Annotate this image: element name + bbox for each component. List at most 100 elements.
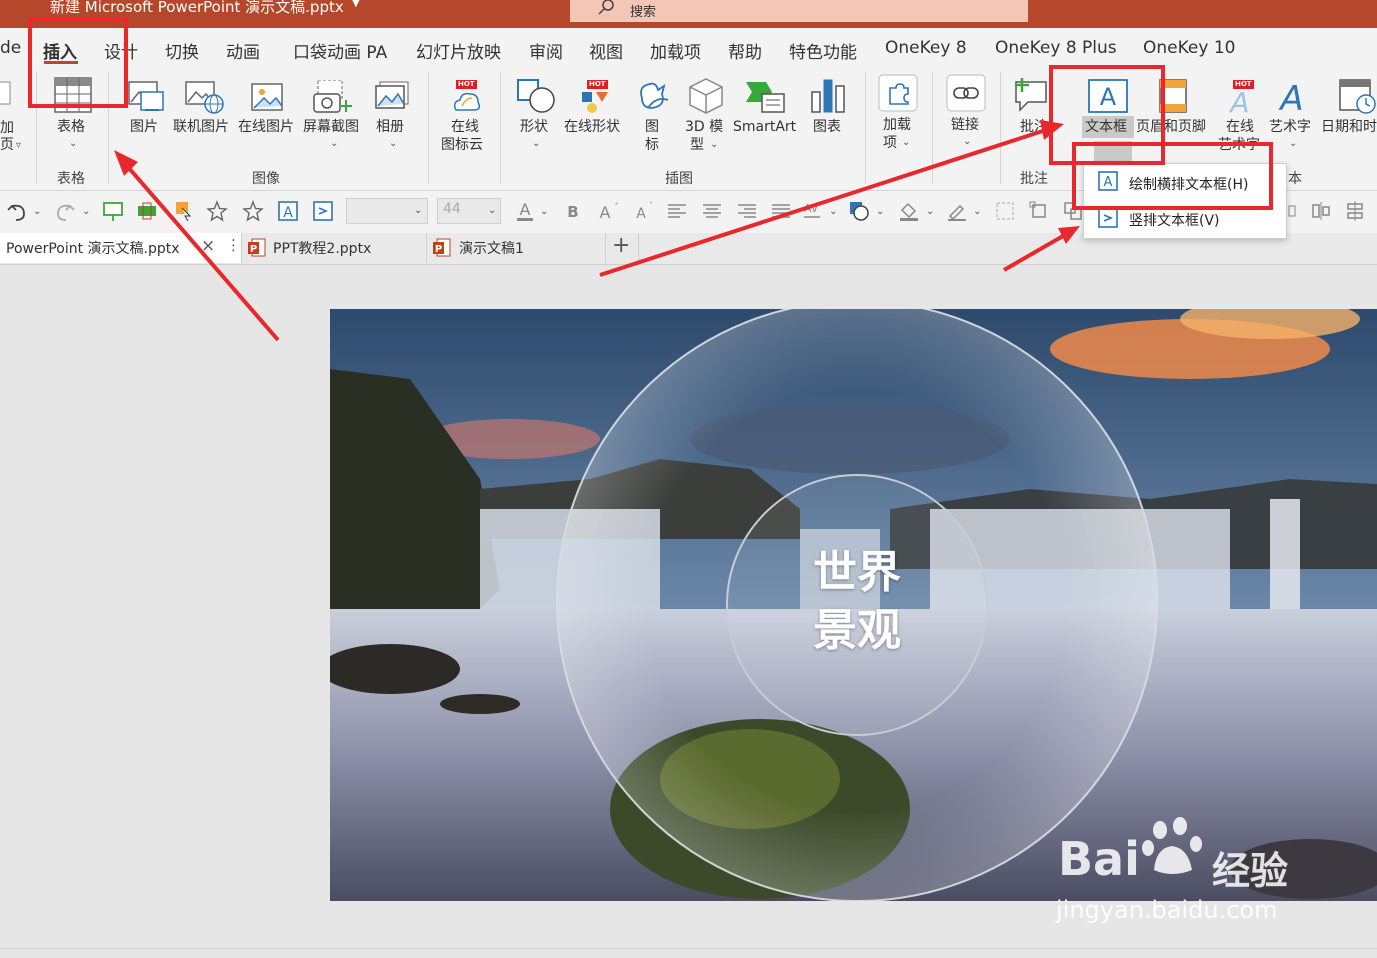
icons-label-1[interactable]: 图 (645, 118, 659, 136)
decrease-font-icon[interactable]: Aˇ (632, 200, 654, 222)
chart-icon[interactable] (810, 78, 846, 114)
chevron-down-icon[interactable]: ⌄ (69, 138, 77, 149)
tab-view[interactable]: 视图 (589, 38, 623, 63)
online-icons-label-2[interactable]: 图标云 (441, 136, 483, 154)
tab-onekey10[interactable]: OneKey 10 (1143, 38, 1235, 58)
more-options-icon[interactable]: ⋮ (226, 236, 241, 254)
online-image-label[interactable]: 在线图片 (238, 118, 294, 136)
icons-icon[interactable] (634, 78, 672, 116)
comment-icon[interactable] (1012, 76, 1052, 112)
smartart-label[interactable]: SmartArt (733, 118, 796, 136)
tab-pocket-animation[interactable]: 口袋动画 PA (293, 38, 387, 63)
paint-bucket-icon[interactable] (898, 200, 920, 222)
photo-album-icon[interactable] (374, 80, 410, 114)
tab-slide-cut[interactable]: de (0, 38, 21, 58)
addins-icon[interactable] (878, 74, 918, 112)
icons-label-2[interactable]: 标 (645, 136, 659, 154)
screenshot-icon[interactable] (312, 80, 354, 114)
chevron-down-icon[interactable]: ⌄ (330, 138, 338, 149)
justify-icon[interactable] (770, 200, 792, 222)
chevron-down-icon[interactable]: ⌄ (414, 205, 422, 216)
addins-label-2[interactable]: 项 (883, 134, 897, 152)
chevron-down-icon[interactable]: ⌄ (973, 206, 981, 217)
doc-tab-active[interactable]: PowerPoint 演示文稿.pptx × ⋮ (0, 233, 242, 263)
chevron-down-icon[interactable]: ▿ (16, 140, 21, 151)
new-slide-icon[interactable] (0, 80, 12, 110)
wordart-label[interactable]: 艺术字 (1269, 118, 1311, 136)
chevron-down-icon[interactable]: ⌄ (532, 138, 540, 149)
bold-icon[interactable]: B (562, 200, 584, 222)
addins-label-1[interactable]: 加载 (883, 116, 911, 134)
online-icon-cloud-icon[interactable] (450, 88, 484, 114)
online-icons-label-1[interactable]: 在线 (451, 118, 479, 136)
online-image-icon[interactable] (250, 80, 286, 114)
tab-addins[interactable]: 加载项 (650, 38, 701, 63)
font-color-icon[interactable]: A (514, 200, 536, 222)
search-placeholder[interactable]: 搜索 (630, 1, 656, 20)
vertical-textbox-small-icon[interactable] (312, 200, 334, 222)
chevron-down-icon[interactable]: ⌄ (829, 206, 837, 217)
smartart-icon[interactable] (744, 80, 786, 114)
undo-icon[interactable] (6, 200, 28, 222)
chevron-down-icon[interactable]: ⌄ (33, 206, 41, 217)
table-button-label[interactable]: 表格 (57, 118, 85, 136)
increase-font-icon[interactable]: A ^ (596, 200, 618, 222)
3d-model-label-1[interactable]: 3D 模 (685, 118, 723, 136)
redo-icon[interactable] (54, 200, 76, 222)
shapes-icon[interactable] (516, 78, 556, 114)
select-pane-icon[interactable] (172, 200, 194, 222)
link-icon[interactable] (946, 74, 986, 112)
tab-help[interactable]: 帮助 (728, 38, 762, 63)
doc-tab[interactable]: P PPT教程2.pptx (242, 233, 427, 263)
online-wordart-icon[interactable]: A (1224, 86, 1258, 116)
picture-icon[interactable] (127, 80, 165, 114)
chevron-down-icon[interactable]: ⌄ (963, 136, 971, 147)
photo-album-label[interactable]: 相册 (376, 118, 404, 136)
new-tab-icon[interactable]: + (612, 233, 630, 258)
tab-transitions[interactable]: 切换 (165, 38, 199, 63)
shapes-label[interactable]: 形状 (520, 118, 548, 136)
online-picture-icon[interactable] (184, 80, 224, 114)
tab-onekey8[interactable]: OneKey 8 (885, 38, 967, 58)
chevron-down-icon[interactable]: ⌄ (926, 206, 934, 217)
font-size-value[interactable]: 44 (443, 201, 461, 217)
chevron-down-icon[interactable]: ⌄ (488, 205, 496, 216)
chevron-down-icon[interactable]: ⌄ (710, 139, 718, 150)
tab-animations[interactable]: 动画 (226, 38, 260, 63)
chart-label[interactable]: 图表 (813, 118, 841, 136)
date-time-icon[interactable] (1338, 76, 1377, 114)
chevron-down-icon[interactable]: ⌄ (540, 206, 548, 217)
chevron-down-icon[interactable]: ⌄ (876, 206, 884, 217)
presenter-icon[interactable] (102, 200, 124, 222)
online-shapes-icon[interactable] (578, 88, 612, 114)
text-direction-icon[interactable]: AV (802, 200, 824, 222)
group-objects-icon[interactable] (1344, 200, 1366, 222)
online-wordart-label-1[interactable]: 在线 (1226, 118, 1254, 136)
doc-tab[interactable]: P 演示文稿1 (427, 233, 606, 263)
3d-model-label-2[interactable]: 型 (690, 136, 704, 154)
textbox-small-icon[interactable]: A (277, 200, 299, 222)
align-left-icon[interactable] (666, 200, 688, 222)
3d-model-icon[interactable] (688, 77, 724, 115)
chevron-down-icon[interactable]: ⌄ (902, 137, 910, 148)
crop-icon[interactable] (1028, 200, 1050, 222)
vertical-textbox-icon[interactable] (1098, 208, 1118, 228)
chevron-down-icon[interactable]: ⌄ (389, 138, 397, 149)
slide-size-icon[interactable] (136, 200, 158, 222)
new-slide-label-1[interactable]: 加 (0, 119, 14, 137)
align-center-icon[interactable] (701, 200, 723, 222)
online-picture-label[interactable]: 联机图片 (173, 118, 229, 136)
star-shape-icon[interactable] (206, 200, 228, 222)
star-shape-icon-2[interactable] (242, 200, 264, 222)
new-slide-label-2[interactable]: 页 (0, 136, 14, 154)
tab-review[interactable]: 审阅 (529, 38, 563, 63)
screenshot-label[interactable]: 屏幕截图 (303, 118, 359, 136)
comment-label[interactable]: 批注 (1020, 118, 1048, 136)
tab-features[interactable]: 特色功能 (789, 38, 857, 63)
align-objects-icon[interactable] (1310, 200, 1332, 222)
date-time-label[interactable]: 日期和时 (1321, 118, 1377, 136)
slide-title[interactable]: 世界 景观 (750, 544, 964, 660)
align-right-icon[interactable] (736, 200, 758, 222)
online-shapes-label[interactable]: 在线形状 (564, 118, 620, 136)
picture-button-label[interactable]: 图片 (130, 118, 158, 136)
